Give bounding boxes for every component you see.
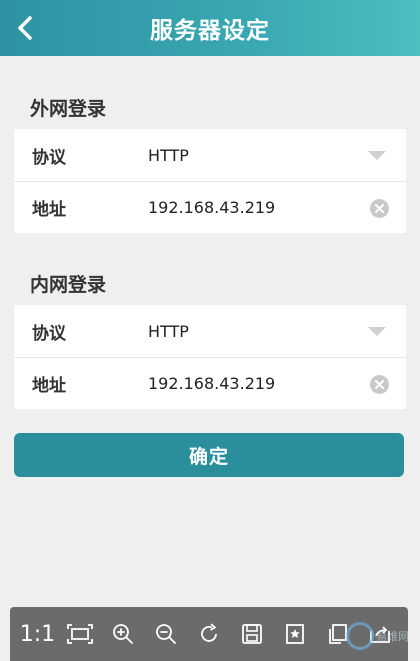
app-header: 服务器设定	[0, 0, 420, 56]
internal-login-card: 协议 HTTP 地址	[14, 305, 406, 409]
section-title-internal: 内网登录	[30, 274, 107, 296]
chevron-left-icon	[18, 16, 32, 40]
external-protocol-select[interactable]: HTTP	[148, 146, 348, 165]
fit-screen-icon	[67, 624, 94, 644]
protocol-label: 协议	[32, 323, 66, 344]
external-protocol-row[interactable]: 协议 HTTP	[14, 129, 406, 181]
save-icon	[241, 624, 262, 644]
dropdown-arrow-icon[interactable]	[368, 327, 386, 336]
share-button[interactable]	[364, 618, 396, 650]
address-label: 地址	[32, 376, 66, 396]
save-button[interactable]	[236, 618, 268, 650]
external-login-card: 协议 HTTP 地址	[14, 129, 406, 233]
back-button[interactable]	[10, 12, 40, 44]
zoom-in-icon	[113, 624, 134, 644]
actual-size-label: 1:1	[19, 621, 56, 647]
protocol-label: 协议	[32, 147, 66, 168]
rotate-icon	[201, 623, 217, 642]
fit-screen-button[interactable]	[64, 618, 96, 650]
internal-address-input[interactable]	[148, 374, 348, 393]
clear-icon[interactable]	[370, 375, 389, 394]
copy-icon	[328, 624, 347, 644]
bookmark-button[interactable]	[279, 618, 311, 650]
clear-icon[interactable]	[370, 199, 389, 218]
external-address-input[interactable]	[148, 198, 348, 217]
internal-address-row: 地址	[14, 357, 406, 409]
share-icon	[370, 626, 391, 643]
bookmark-icon	[285, 624, 304, 644]
dropdown-arrow-icon[interactable]	[368, 151, 386, 160]
internal-protocol-row[interactable]: 协议 HTTP	[14, 305, 406, 357]
page-title: 服务器设定	[150, 18, 270, 44]
address-label: 地址	[32, 200, 66, 220]
confirm-button[interactable]: 确定	[14, 433, 404, 477]
rotate-button[interactable]	[193, 618, 225, 650]
copy-button[interactable]	[322, 618, 354, 650]
actual-size-button[interactable]: 1:1	[19, 618, 56, 650]
external-address-row: 地址	[14, 181, 406, 233]
internal-protocol-select[interactable]: HTTP	[148, 322, 348, 341]
viewer-toolbar: 1:1	[10, 607, 408, 661]
zoom-in-button[interactable]	[107, 618, 139, 650]
zoom-out-button[interactable]	[150, 618, 182, 650]
section-title-external: 外网登录	[30, 98, 107, 120]
zoom-out-icon	[156, 624, 176, 644]
